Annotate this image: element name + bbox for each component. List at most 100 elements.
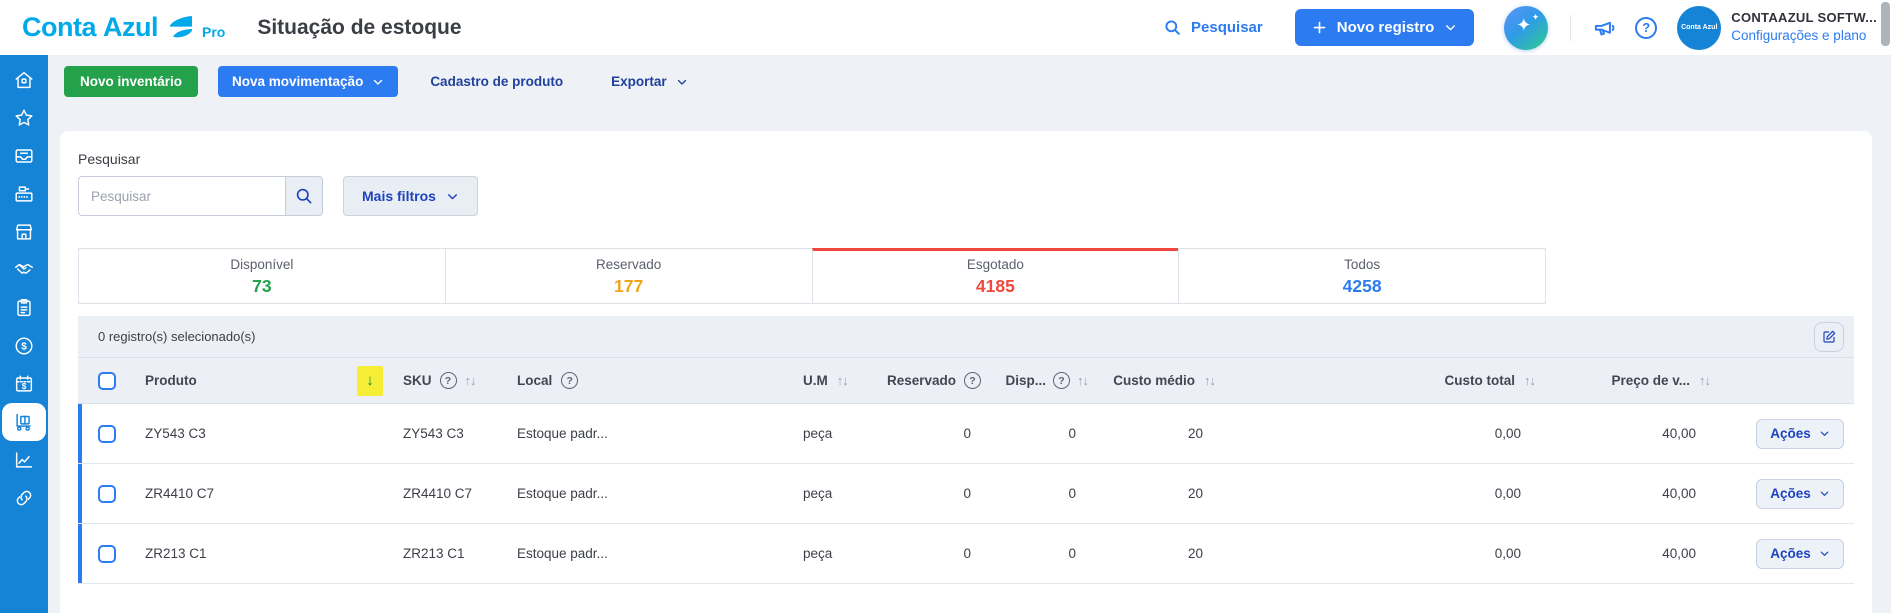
stock-status-tabs: Disponível 73 Reservado 177 Esgotado 418… (78, 248, 1546, 304)
sparkle-icon: ✦ (1516, 15, 1531, 36)
column-header-um[interactable]: U.M ↑↓ (795, 358, 885, 403)
more-filters-button[interactable]: Mais filtros (343, 176, 478, 216)
table-row: ZR213 C1 ZR213 C1 Estoque padr... peça 0… (78, 524, 1854, 584)
sort-icon[interactable]: ↑↓ (1524, 373, 1535, 388)
cell-custo-medio: 20 (1188, 486, 1203, 501)
tab-count: 4258 (1343, 276, 1382, 297)
product-registration-button[interactable]: Cadastro de produto (414, 66, 579, 97)
row-actions-button[interactable]: Ações (1756, 479, 1844, 509)
account-block: CONTAAZUL SOFTW... Configurações e plano (1731, 9, 1877, 46)
column-header-produto[interactable]: Produto ↓ (118, 358, 383, 403)
new-movement-button[interactable]: Nova movimentação (218, 66, 398, 97)
cell-produto: ZY543 C3 (145, 426, 206, 441)
stock-card: Pesquisar Mais filtros Disponível 73 (60, 131, 1872, 613)
tab-todos[interactable]: Todos 4258 (1178, 248, 1545, 303)
help-icon[interactable]: ? (964, 372, 981, 389)
sidebar-item-store[interactable] (0, 213, 48, 251)
column-header-preco-venda[interactable]: Preço de v... ↑↓ (1545, 358, 1720, 403)
global-search-label: Pesquisar (1191, 19, 1263, 36)
sidebar-item-integrations[interactable] (0, 479, 48, 517)
column-label: Custo total (1445, 373, 1516, 388)
cell-sku: ZY543 C3 (403, 426, 464, 441)
contaazul-logo[interactable]: Conta Azul Pro (22, 14, 225, 41)
column-header-custo-total[interactable]: Custo total ↑↓ (1225, 358, 1545, 403)
help-icon[interactable]: ? (440, 372, 457, 389)
star-icon (13, 107, 35, 129)
link-icon (13, 487, 35, 509)
row-checkbox[interactable] (98, 485, 116, 503)
row-checkbox[interactable] (98, 425, 116, 443)
column-header-sku[interactable]: SKU ? ↑↓ (383, 358, 508, 403)
new-record-label: Novo registro (1337, 19, 1435, 36)
sort-icon[interactable]: ↑↓ (1204, 373, 1215, 388)
sidebar-item-home[interactable] (0, 61, 48, 99)
help-icon[interactable]: ? (1635, 17, 1657, 39)
global-search-link[interactable]: Pesquisar (1163, 18, 1263, 37)
ai-assistant-button[interactable]: ✦ ✦ (1504, 6, 1548, 50)
page-title: Situação de estoque (257, 16, 461, 40)
row-actions-button[interactable]: Ações (1756, 419, 1844, 449)
calendar-dollar-icon: $ (13, 373, 35, 395)
export-button[interactable]: Exportar (595, 66, 704, 97)
row-actions-label: Ações (1770, 546, 1811, 561)
sidebar-item-inbox[interactable] (0, 137, 48, 175)
search-icon (1163, 18, 1182, 37)
sort-icon[interactable]: ↑↓ (1077, 373, 1088, 388)
search-input[interactable] (78, 176, 285, 216)
scrollbar-thumb[interactable] (1881, 2, 1890, 46)
sidebar-item-cash-register[interactable] (0, 175, 48, 213)
tab-disponivel[interactable]: Disponível 73 (79, 248, 445, 303)
edit-columns-button[interactable] (1814, 322, 1844, 352)
table-row: ZR4410 C7 ZR4410 C7 Estoque padr... peça… (78, 464, 1854, 524)
tab-label: Esgotado (967, 257, 1024, 272)
account-name: CONTAAZUL SOFTW... (1731, 9, 1877, 27)
select-all-checkbox[interactable] (98, 372, 116, 390)
search-submit-button[interactable] (285, 176, 323, 216)
sidebar-item-finance[interactable]: $ (0, 327, 48, 365)
sidebar-item-billing-calendar[interactable]: $ (0, 365, 48, 403)
sort-down-active-icon[interactable]: ↓ (357, 366, 383, 396)
chevron-down-icon (1444, 21, 1457, 34)
cell-local: Estoque padr... (517, 426, 608, 441)
new-record-button[interactable]: Novo registro (1295, 9, 1475, 46)
sidebar-item-partnerships[interactable] (0, 251, 48, 289)
column-header-custo-medio[interactable]: Custo médio ↑↓ (1100, 358, 1225, 403)
logo-text-conta: Conta (22, 14, 96, 41)
row-actions-button[interactable]: Ações (1756, 539, 1844, 569)
sort-icon[interactable]: ↑↓ (837, 373, 848, 388)
top-bar: Conta Azul Pro Situação de estoque Pesqu… (0, 0, 1891, 55)
sidebar-item-notes[interactable] (0, 289, 48, 327)
cell-sku: ZR213 C1 (403, 546, 465, 561)
sort-icon[interactable]: ↑↓ (465, 373, 476, 388)
inventory-cart-icon (13, 411, 35, 433)
edit-icon (1821, 329, 1837, 345)
table-header-row: Produto ↓ SKU ? ↑↓ Local ? U.M ↑↓ (78, 358, 1854, 404)
column-header-local[interactable]: Local ? (508, 358, 795, 403)
handshake-icon (13, 259, 35, 281)
new-inventory-button[interactable]: Novo inventário (64, 66, 198, 97)
svg-text:$: $ (21, 342, 27, 353)
row-checkbox[interactable] (98, 545, 116, 563)
sidebar-item-reports[interactable] (0, 441, 48, 479)
account-avatar[interactable]: Conta Azul (1677, 6, 1721, 50)
column-label: Local (517, 373, 552, 388)
sidebar-item-favorites[interactable] (0, 99, 48, 137)
cell-produto: ZR4410 C7 (145, 486, 214, 501)
row-actions-label: Ações (1770, 486, 1811, 501)
account-settings-link[interactable]: Configurações e plano (1731, 27, 1877, 46)
help-icon[interactable]: ? (1053, 372, 1070, 389)
sort-icon[interactable]: ↑↓ (1699, 373, 1710, 388)
clipboard-icon (13, 297, 35, 319)
megaphone-icon[interactable] (1591, 15, 1617, 41)
cell-local: Estoque padr... (517, 546, 608, 561)
tab-reservado[interactable]: Reservado 177 (445, 248, 812, 303)
column-header-disponivel[interactable]: Disp... ? ↑↓ (995, 358, 1100, 403)
sidebar-item-inventory[interactable] (2, 403, 46, 441)
tab-count: 4185 (976, 276, 1015, 297)
help-icon[interactable]: ? (561, 372, 578, 389)
tab-esgotado[interactable]: Esgotado 4185 (812, 248, 1179, 303)
column-header-reservado[interactable]: Reservado ? (885, 358, 995, 403)
tab-label: Disponível (230, 257, 293, 272)
stock-table: Produto ↓ SKU ? ↑↓ Local ? U.M ↑↓ (78, 358, 1854, 584)
dollar-circle-icon: $ (13, 335, 35, 357)
